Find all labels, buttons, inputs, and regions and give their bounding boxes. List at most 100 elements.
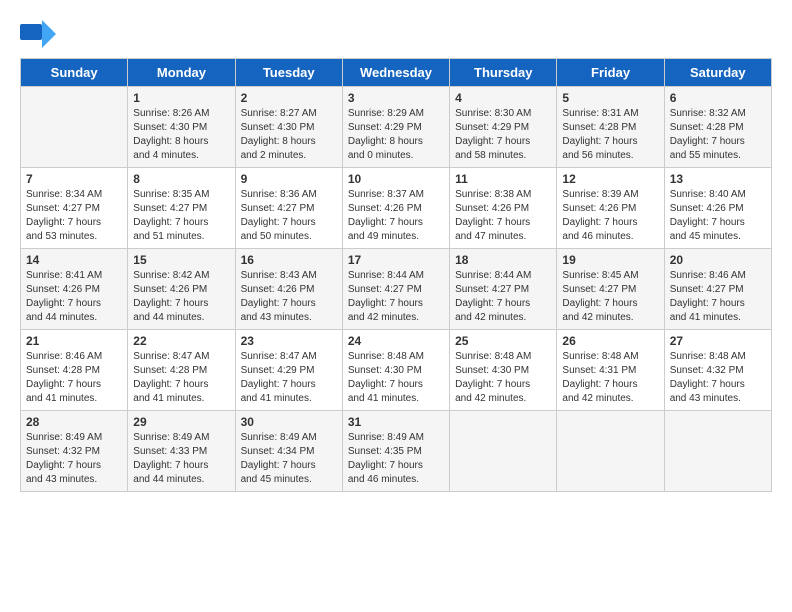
day-number: 22 [133,334,229,348]
day-number: 3 [348,91,444,105]
day-info: Sunrise: 8:29 AMSunset: 4:29 PMDaylight:… [348,107,444,163]
day-number: 12 [562,172,658,186]
day-info: Sunrise: 8:48 AMSunset: 4:30 PMDaylight:… [348,350,444,406]
day-number: 29 [133,415,229,429]
day-number: 21 [26,334,122,348]
day-info: Sunrise: 8:48 AMSunset: 4:32 PMDaylight:… [670,350,766,406]
calendar-cell [450,411,557,492]
col-wednesday: Wednesday [342,59,449,87]
day-number: 11 [455,172,551,186]
calendar-cell: 19 Sunrise: 8:45 AMSunset: 4:27 PMDayligh… [557,249,664,330]
day-number: 17 [348,253,444,267]
day-number: 23 [241,334,337,348]
day-info: Sunrise: 8:34 AMSunset: 4:27 PMDaylight:… [26,188,122,244]
day-number: 2 [241,91,337,105]
day-number: 9 [241,172,337,186]
day-info: Sunrise: 8:36 AMSunset: 4:27 PMDaylight:… [241,188,337,244]
day-info: Sunrise: 8:42 AMSunset: 4:26 PMDaylight:… [133,269,229,325]
day-number: 8 [133,172,229,186]
day-info: Sunrise: 8:49 AMSunset: 4:35 PMDaylight:… [348,431,444,487]
calendar-cell: 7 Sunrise: 8:34 AMSunset: 4:27 PMDaylight… [21,168,128,249]
day-number: 24 [348,334,444,348]
calendar-cell: 15 Sunrise: 8:42 AMSunset: 4:26 PMDayligh… [128,249,235,330]
day-number: 14 [26,253,122,267]
day-info: Sunrise: 8:46 AMSunset: 4:27 PMDaylight:… [670,269,766,325]
day-info: Sunrise: 8:26 AMSunset: 4:30 PMDaylight:… [133,107,229,163]
calendar-cell: 13 Sunrise: 8:40 AMSunset: 4:26 PMDayligh… [664,168,771,249]
day-info: Sunrise: 8:41 AMSunset: 4:26 PMDaylight:… [26,269,122,325]
week-row-3: 21Sunrise: 8:46 AMSunset: 4:28 PMDayligh… [21,330,772,411]
day-info: Sunrise: 8:38 AMSunset: 4:26 PMDaylight:… [455,188,551,244]
day-number: 4 [455,91,551,105]
calendar-cell: 9 Sunrise: 8:36 AMSunset: 4:27 PMDaylight… [235,168,342,249]
day-number: 6 [670,91,766,105]
col-thursday: Thursday [450,59,557,87]
day-info: Sunrise: 8:40 AMSunset: 4:26 PMDaylight:… [670,188,766,244]
calendar-cell: 6 Sunrise: 8:32 AMSunset: 4:28 PMDaylight… [664,87,771,168]
calendar-cell: 22 Sunrise: 8:47 AMSunset: 4:28 PMDayligh… [128,330,235,411]
calendar-cell: 12 Sunrise: 8:39 AMSunset: 4:26 PMDayligh… [557,168,664,249]
calendar-cell: 25Sunrise: 8:48 AMSunset: 4:30 PMDayligh… [450,330,557,411]
calendar-cell: 3 Sunrise: 8:29 AMSunset: 4:29 PMDaylight… [342,87,449,168]
col-saturday: Saturday [664,59,771,87]
day-number: 31 [348,415,444,429]
calendar-cell: 10Sunrise: 8:37 AMSunset: 4:26 PMDayligh… [342,168,449,249]
col-friday: Friday [557,59,664,87]
calendar-cell: 23 Sunrise: 8:47 AMSunset: 4:29 PMDayligh… [235,330,342,411]
day-info: Sunrise: 8:30 AMSunset: 4:29 PMDaylight:… [455,107,551,163]
day-info: Sunrise: 8:32 AMSunset: 4:28 PMDaylight:… [670,107,766,163]
calendar-cell: 21Sunrise: 8:46 AMSunset: 4:28 PMDayligh… [21,330,128,411]
day-info: Sunrise: 8:47 AMSunset: 4:29 PMDaylight:… [241,350,337,406]
calendar-cell: 8Sunrise: 8:35 AMSunset: 4:27 PMDaylight… [128,168,235,249]
calendar-cell: 24 Sunrise: 8:48 AMSunset: 4:30 PMDayligh… [342,330,449,411]
day-number: 19 [562,253,658,267]
calendar-cell: 16Sunrise: 8:43 AMSunset: 4:26 PMDayligh… [235,249,342,330]
calendar-cell: 20 Sunrise: 8:46 AMSunset: 4:27 PMDayligh… [664,249,771,330]
page-container: Sunday Monday Tuesday Wednesday Thursday… [20,20,772,492]
calendar-cell: 14 Sunrise: 8:41 AMSunset: 4:26 PMDayligh… [21,249,128,330]
calendar-cell: 26 Sunrise: 8:48 AMSunset: 4:31 PMDayligh… [557,330,664,411]
calendar-cell: 28 Sunrise: 8:49 AMSunset: 4:32 PMDayligh… [21,411,128,492]
calendar-cell [664,411,771,492]
day-info: Sunrise: 8:43 AMSunset: 4:26 PMDaylight:… [241,269,337,325]
day-number: 26 [562,334,658,348]
calendar-cell: 30 Sunrise: 8:49 AMSunset: 4:34 PMDayligh… [235,411,342,492]
calendar-cell: 4 Sunrise: 8:30 AMSunset: 4:29 PMDaylight… [450,87,557,168]
day-number: 20 [670,253,766,267]
week-row-4: 28 Sunrise: 8:49 AMSunset: 4:32 PMDayligh… [21,411,772,492]
day-number: 5 [562,91,658,105]
day-number: 1 [133,91,229,105]
calendar-cell: 1 Sunrise: 8:26 AMSunset: 4:30 PMDaylight… [128,87,235,168]
calendar-cell: 11 Sunrise: 8:38 AMSunset: 4:26 PMDayligh… [450,168,557,249]
day-info: Sunrise: 8:44 AMSunset: 4:27 PMDaylight:… [455,269,551,325]
calendar-cell: 27 Sunrise: 8:48 AMSunset: 4:32 PMDayligh… [664,330,771,411]
day-info: Sunrise: 8:31 AMSunset: 4:28 PMDaylight:… [562,107,658,163]
day-info: Sunrise: 8:47 AMSunset: 4:28 PMDaylight:… [133,350,229,406]
day-number: 13 [670,172,766,186]
calendar-cell: 29Sunrise: 8:49 AMSunset: 4:33 PMDayligh… [128,411,235,492]
logo [20,20,60,48]
day-number: 7 [26,172,122,186]
logo-icon [20,20,56,48]
day-number: 18 [455,253,551,267]
calendar-cell: 2 Sunrise: 8:27 AMSunset: 4:30 PMDaylight… [235,87,342,168]
day-info: Sunrise: 8:39 AMSunset: 4:26 PMDaylight:… [562,188,658,244]
calendar-cell: 31 Sunrise: 8:49 AMSunset: 4:35 PMDayligh… [342,411,449,492]
week-row-0: 1 Sunrise: 8:26 AMSunset: 4:30 PMDaylight… [21,87,772,168]
day-number: 30 [241,415,337,429]
day-info: Sunrise: 8:49 AMSunset: 4:32 PMDaylight:… [26,431,122,487]
day-info: Sunrise: 8:48 AMSunset: 4:31 PMDaylight:… [562,350,658,406]
calendar-cell: 18 Sunrise: 8:44 AMSunset: 4:27 PMDayligh… [450,249,557,330]
header [20,20,772,48]
day-info: Sunrise: 8:37 AMSunset: 4:26 PMDaylight:… [348,188,444,244]
day-info: Sunrise: 8:49 AMSunset: 4:34 PMDaylight:… [241,431,337,487]
day-number: 15 [133,253,229,267]
week-row-1: 7 Sunrise: 8:34 AMSunset: 4:27 PMDaylight… [21,168,772,249]
day-info: Sunrise: 8:27 AMSunset: 4:30 PMDaylight:… [241,107,337,163]
col-monday: Monday [128,59,235,87]
calendar-cell: 5 Sunrise: 8:31 AMSunset: 4:28 PMDaylight… [557,87,664,168]
day-number: 28 [26,415,122,429]
col-sunday: Sunday [21,59,128,87]
day-number: 27 [670,334,766,348]
day-info: Sunrise: 8:45 AMSunset: 4:27 PMDaylight:… [562,269,658,325]
